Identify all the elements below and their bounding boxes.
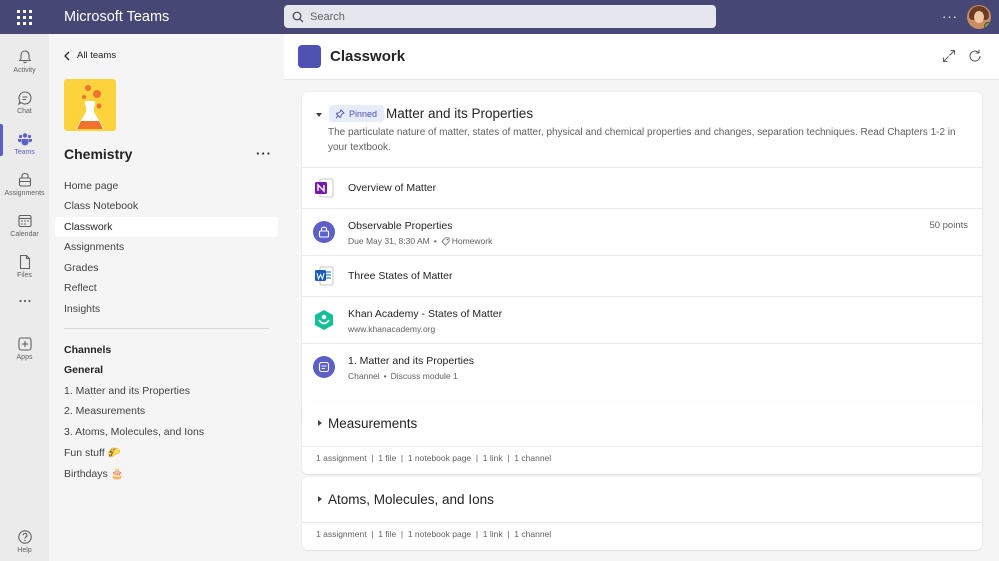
pin-icon xyxy=(335,108,345,118)
apps-icon xyxy=(17,337,32,351)
bell-icon xyxy=(18,50,31,64)
expand-caret-icon[interactable] xyxy=(318,496,322,502)
channel-general[interactable]: General xyxy=(64,364,103,376)
rail-activity[interactable]: Activity xyxy=(0,41,49,81)
teams-icon xyxy=(17,133,32,146)
expand-caret-icon[interactable] xyxy=(318,420,322,426)
chat-icon xyxy=(17,91,32,106)
expand-icon[interactable] xyxy=(941,48,957,64)
channel-measurements[interactable]: 2. Measurements xyxy=(64,405,145,417)
refresh-icon[interactable] xyxy=(967,48,983,64)
rail-help[interactable]: Help xyxy=(0,521,49,561)
page-title: Classwork xyxy=(330,48,406,65)
section-summary: 1 assignment | 1 file | 1 notebook page … xyxy=(316,453,552,463)
list-item[interactable]: 1. Matter and its Properties Channel • D… xyxy=(302,343,982,390)
team-more-options-button[interactable]: ··· xyxy=(256,146,272,161)
section-title[interactable]: Measurements xyxy=(328,416,417,431)
nav-grades[interactable]: Grades xyxy=(55,258,278,278)
search-box[interactable]: Search xyxy=(284,5,716,28)
app-title: Microsoft Teams xyxy=(64,9,170,25)
pinned-badge: Pinned xyxy=(329,105,385,122)
list-item[interactable]: Khan Academy - States of Matter www.khan… xyxy=(302,296,982,343)
section-description: The particulate nature of matter, states… xyxy=(328,127,956,153)
khan-academy-icon xyxy=(315,310,333,330)
main-content: Classwork Pinned Matter and its Properti… xyxy=(284,34,999,561)
rail-teams[interactable]: Teams xyxy=(0,123,49,163)
top-bar: Microsoft Teams Search ··· xyxy=(0,0,999,34)
channels-heading: Channels xyxy=(64,344,112,356)
rail-assignments[interactable]: Assignments xyxy=(0,164,49,204)
more-options-button[interactable]: ··· xyxy=(942,9,958,24)
word-icon xyxy=(315,266,334,286)
search-placeholder: Search xyxy=(310,10,345,23)
chemistry-flask-icon xyxy=(76,85,104,129)
nav-reflect[interactable]: Reflect xyxy=(55,278,278,298)
list-item[interactable]: Observable Properties Due May 31, 8:30 A… xyxy=(302,208,982,255)
help-icon xyxy=(17,530,32,544)
team-name: Chemistry xyxy=(64,146,133,162)
onenote-icon xyxy=(315,178,334,198)
calendar-icon xyxy=(17,214,32,228)
channel-birthdays[interactable]: Birthdays 🎂 xyxy=(64,467,124,480)
classwork-tab-icon xyxy=(298,45,321,68)
section-card-measurements: Measurements 1 assignment | 1 file | 1 n… xyxy=(302,401,982,474)
app-launcher-icon[interactable] xyxy=(17,10,33,25)
points-label: 50 points xyxy=(929,220,968,231)
section-card-atoms: Atoms, Molecules, and Ions 1 assignment … xyxy=(302,477,982,550)
app-rail: Activity Chat Teams Assignments Calendar… xyxy=(0,34,49,561)
panel-divider xyxy=(64,328,269,329)
channel-atoms[interactable]: 3. Atoms, Molecules, and Ions xyxy=(64,426,204,438)
nav-assignments[interactable]: Assignments xyxy=(55,237,278,257)
channel-fun-stuff[interactable]: Fun stuff 🌮 xyxy=(64,446,121,459)
more-icon xyxy=(18,299,31,303)
nav-home-page[interactable]: Home page xyxy=(55,176,278,196)
rail-calendar[interactable]: Calendar xyxy=(0,205,49,245)
nav-classwork[interactable]: Classwork xyxy=(55,217,278,237)
team-panel: All teams Chemistry ··· Home page Class … xyxy=(49,34,284,561)
search-icon xyxy=(292,11,304,22)
rail-chat[interactable]: Chat xyxy=(0,82,49,122)
channel-matter[interactable]: 1. Matter and its Properties xyxy=(64,385,190,397)
channel-icon xyxy=(313,356,335,378)
section-summary: 1 assignment | 1 file | 1 notebook page … xyxy=(316,529,552,539)
all-teams-link[interactable]: All teams xyxy=(63,50,116,61)
assignment-icon xyxy=(313,221,335,243)
section-title[interactable]: Matter and its Properties xyxy=(386,106,533,121)
nav-class-notebook[interactable]: Class Notebook xyxy=(55,196,278,216)
section-title[interactable]: Atoms, Molecules, and Ions xyxy=(328,492,494,507)
section-card-matter: Pinned Matter and its Properties The par… xyxy=(302,92,982,426)
list-item[interactable]: Three States of Matter xyxy=(302,255,982,296)
rail-apps[interactable]: Apps xyxy=(0,328,49,368)
team-logo xyxy=(64,79,116,131)
main-header: Classwork xyxy=(284,34,999,80)
chevron-left-icon xyxy=(64,51,70,60)
collapse-caret-icon[interactable] xyxy=(316,113,322,117)
avatar[interactable] xyxy=(967,5,991,29)
presence-available-icon xyxy=(984,22,991,29)
list-item[interactable]: Overview of Matter xyxy=(302,167,982,208)
files-icon xyxy=(19,254,30,270)
rail-more-apps[interactable] xyxy=(0,289,49,329)
assignments-icon xyxy=(18,173,31,187)
tag-icon xyxy=(441,236,450,246)
nav-insights[interactable]: Insights xyxy=(55,299,278,319)
rail-files[interactable]: Files xyxy=(0,246,49,286)
